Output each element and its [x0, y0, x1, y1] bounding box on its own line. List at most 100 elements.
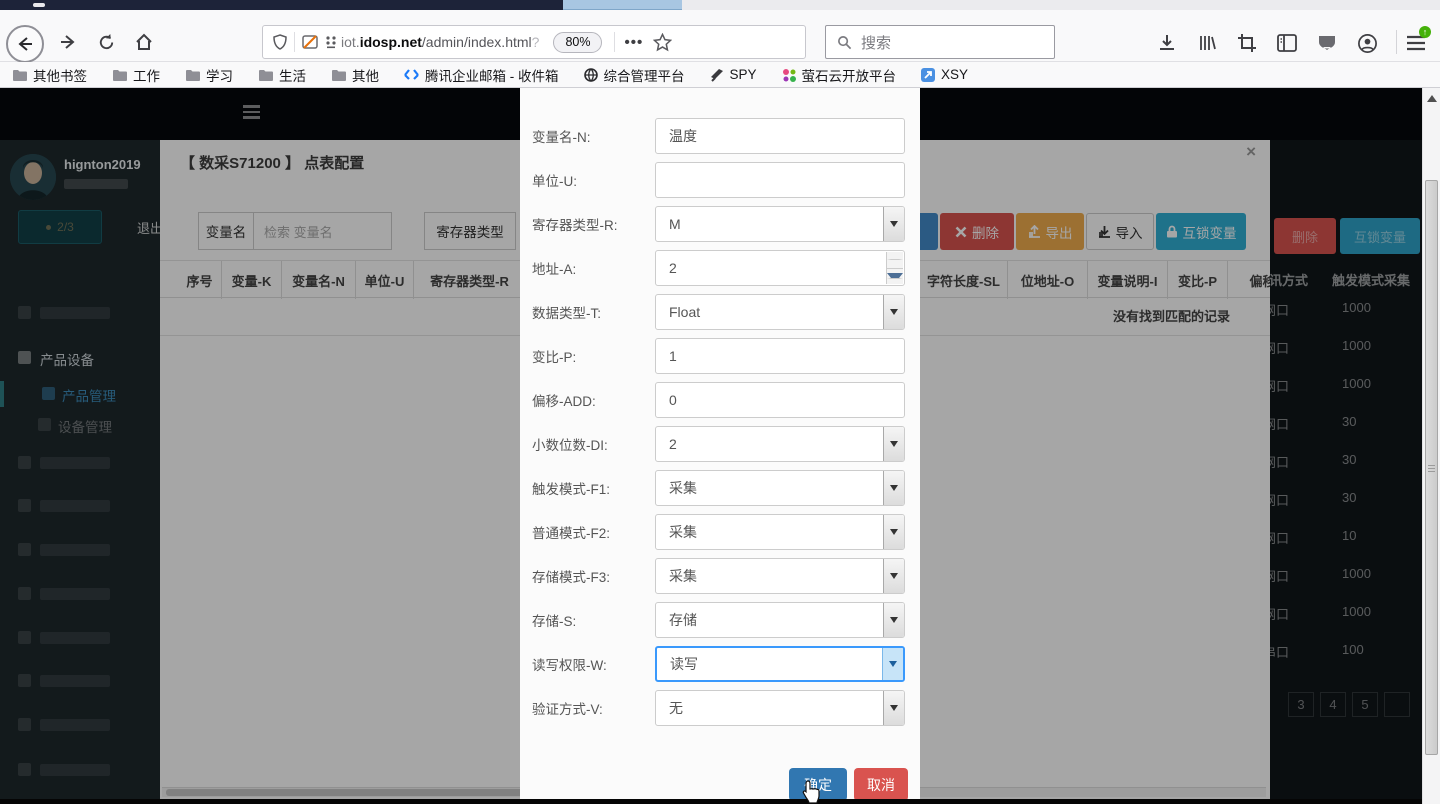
- field-text-1[interactable]: [655, 162, 905, 198]
- images-blocked-icon[interactable]: [302, 35, 318, 49]
- reload-button[interactable]: [94, 30, 118, 54]
- bookmark-label: SPY: [730, 67, 757, 82]
- zoom-level-badge[interactable]: 80%: [553, 32, 602, 53]
- vertical-scrollbar-thumb[interactable]: [1425, 180, 1438, 755]
- home-button[interactable]: [132, 30, 156, 54]
- chevron-down-icon[interactable]: [883, 471, 904, 505]
- divider: [294, 32, 295, 52]
- back-button[interactable]: [6, 25, 44, 63]
- number-spinner[interactable]: [886, 252, 903, 284]
- bookmark-item[interactable]: XSY: [921, 67, 968, 82]
- field-select-2[interactable]: M: [655, 206, 905, 242]
- field-label: 变比-P:: [532, 346, 655, 366]
- chevron-down-icon[interactable]: [883, 515, 904, 549]
- field-label: 变量名-N:: [532, 126, 655, 146]
- field-text-6[interactable]: 0: [655, 382, 905, 418]
- form-row: 偏移-ADD:0: [520, 382, 920, 418]
- pocket-icon[interactable]: [1315, 31, 1339, 55]
- bookmark-item[interactable]: 其他: [331, 65, 379, 85]
- field-select-13[interactable]: 无: [655, 690, 905, 726]
- bookmark-label: 工作: [133, 65, 160, 85]
- field-label: 数据类型-T:: [532, 302, 655, 322]
- field-select-11[interactable]: 存储: [655, 602, 905, 638]
- field-select-8[interactable]: 采集: [655, 470, 905, 506]
- bookmark-item[interactable]: 其他书签: [12, 65, 87, 85]
- bookmark-label: 腾讯企业邮箱 - 收件箱: [425, 65, 559, 85]
- form-row: 单位-U:: [520, 162, 920, 198]
- field-value: 2: [669, 260, 677, 276]
- form-row: 地址-A: 2: [520, 250, 920, 286]
- admin-page: hignton2019 2/3 退出 产品设备产品管理设备管理 删除互锁变量 通…: [0, 88, 1440, 804]
- forward-button[interactable]: [56, 30, 80, 54]
- field-value: M: [669, 216, 681, 232]
- field-label: 地址-A:: [532, 258, 655, 278]
- page-bottom-strip: [0, 799, 1422, 804]
- form-row: 小数位数-DI:2: [520, 426, 920, 462]
- spinner-down-icon[interactable]: [887, 269, 903, 285]
- screen: iot.idosp.net/admin/index.html? 80% ••• …: [0, 0, 1440, 804]
- downloads-icon[interactable]: [1155, 31, 1179, 55]
- vertical-scrollbar[interactable]: [1422, 88, 1440, 804]
- bookmark-label: 生活: [279, 65, 306, 85]
- spinner-up-icon[interactable]: [887, 252, 903, 269]
- shield-icon[interactable]: [273, 34, 287, 50]
- bookmark-item[interactable]: 工作: [112, 65, 160, 85]
- page-actions-icon[interactable]: •••: [624, 34, 643, 51]
- spy-icon: [710, 68, 724, 82]
- search-input[interactable]: 搜索: [825, 25, 1055, 59]
- chevron-down-icon[interactable]: [883, 691, 904, 725]
- field-select-10[interactable]: 采集: [655, 558, 905, 594]
- field-select-12[interactable]: 读写: [655, 646, 905, 682]
- bookmark-label: 综合管理平台: [604, 65, 685, 85]
- tab-favicon: [33, 3, 45, 7]
- bookmark-item[interactable]: SPY: [710, 67, 757, 82]
- field-value: 2: [669, 436, 677, 452]
- screenshot-icon[interactable]: [1235, 31, 1259, 55]
- permissions-icon[interactable]: [325, 35, 337, 49]
- chevron-down-icon[interactable]: [882, 648, 903, 680]
- chevron-down-icon[interactable]: [883, 295, 904, 329]
- field-number-3[interactable]: 2: [655, 250, 905, 286]
- scroll-up-arrow-icon[interactable]: [1427, 95, 1437, 102]
- sidebars-icon[interactable]: [1275, 31, 1299, 55]
- url-bar[interactable]: iot.idosp.net/admin/index.html? 80% •••: [262, 25, 806, 59]
- folder-icon: [112, 69, 127, 81]
- field-text-5[interactable]: 1: [655, 338, 905, 374]
- field-label: 寄存器类型-R:: [532, 214, 655, 234]
- field-value: 读写: [670, 654, 698, 674]
- update-badge-icon: ↑: [1419, 26, 1431, 38]
- field-value: Float: [669, 304, 700, 320]
- library-icon[interactable]: [1195, 31, 1219, 55]
- field-value: 1: [669, 348, 677, 364]
- bookmark-star-icon[interactable]: [653, 33, 672, 52]
- chevron-down-icon[interactable]: [883, 603, 904, 637]
- bookmark-item[interactable]: 综合管理平台: [584, 65, 685, 85]
- field-select-4[interactable]: Float: [655, 294, 905, 330]
- bookmark-item[interactable]: 学习: [185, 65, 233, 85]
- bookmark-item[interactable]: 萤石云开放平台: [782, 65, 897, 85]
- cancel-button[interactable]: 取消: [854, 768, 908, 801]
- variable-config-modal: 变量名-N:温度单位-U:寄存器类型-R:M地址-A:2数据类型-T:Float…: [520, 88, 920, 799]
- tab-strip-dark: [0, 0, 563, 10]
- chevron-down-icon[interactable]: [883, 559, 904, 593]
- chevron-down-icon[interactable]: [883, 207, 904, 241]
- active-tab[interactable]: [563, 0, 682, 10]
- bookmark-label: 萤石云开放平台: [802, 65, 897, 85]
- account-icon[interactable]: [1355, 31, 1379, 55]
- bookmark-item[interactable]: 生活: [258, 65, 306, 85]
- form-row: 数据类型-T: Float: [520, 294, 920, 330]
- form-row: 读写权限-W:读写: [520, 646, 920, 682]
- field-select-9[interactable]: 采集: [655, 514, 905, 550]
- field-label: 存储模式-F3:: [532, 566, 655, 586]
- field-value: 0: [669, 392, 677, 408]
- form-row: 变量名-N:温度: [520, 118, 920, 154]
- field-select-7[interactable]: 2: [655, 426, 905, 462]
- bookmarks-bar: 其他书签 工作 学习 生活 其他 腾讯企业邮箱 - 收件箱 综合管理平台 SPY 萤石云开放平台…: [0, 62, 1440, 88]
- field-text-0[interactable]: 温度: [655, 118, 905, 154]
- form-row: 存储模式-F3:采集: [520, 558, 920, 594]
- form-row: 寄存器类型-R: M: [520, 206, 920, 242]
- url-text[interactable]: iot.idosp.net/admin/index.html?: [341, 34, 539, 50]
- mouse-cursor: [801, 780, 823, 804]
- chevron-down-icon[interactable]: [883, 427, 904, 461]
- bookmark-item[interactable]: 腾讯企业邮箱 - 收件箱: [404, 65, 559, 85]
